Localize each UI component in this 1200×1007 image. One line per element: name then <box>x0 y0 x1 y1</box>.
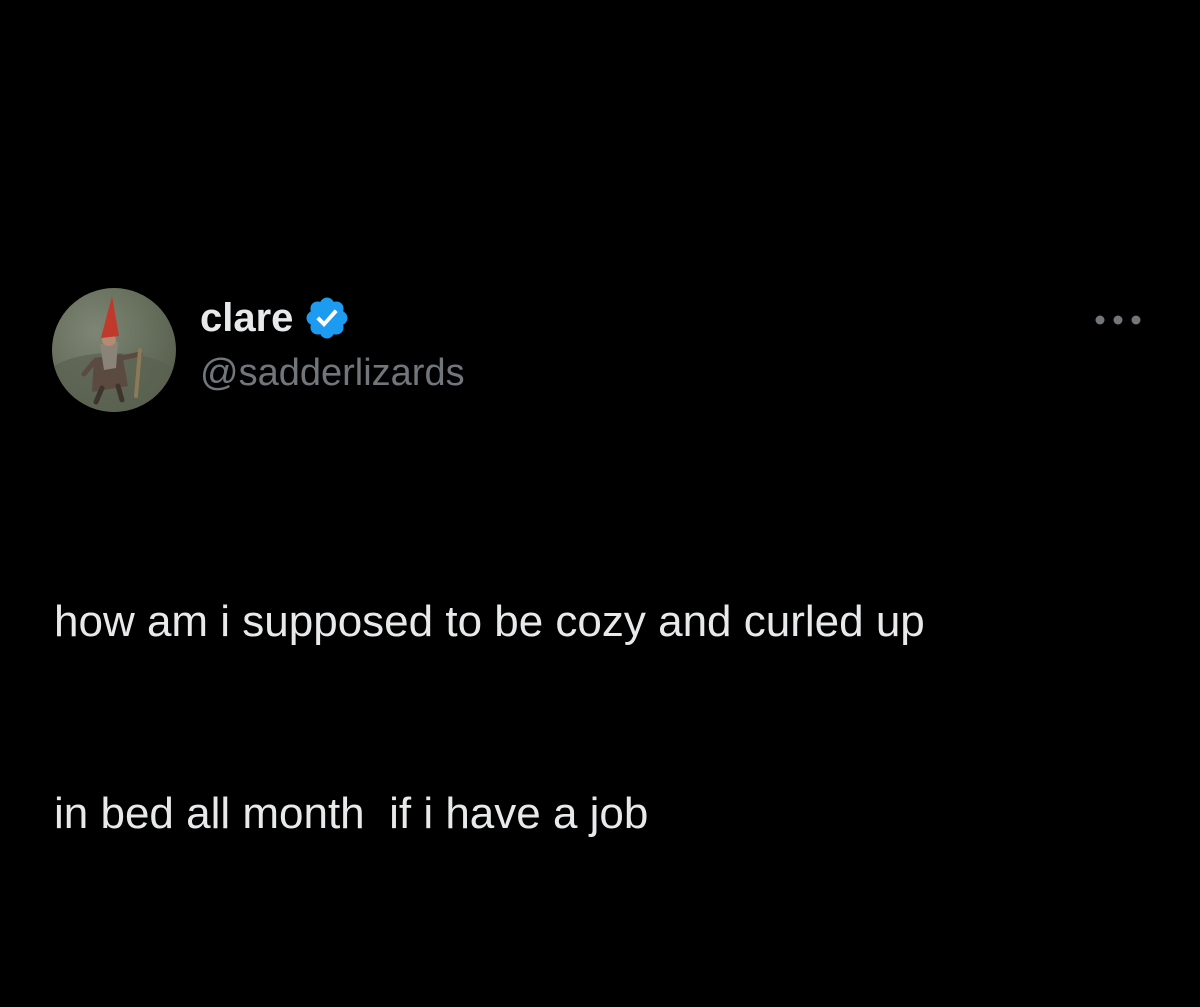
tweet-text: how am i supposed to be cozy and curled … <box>54 462 1154 974</box>
display-name[interactable]: clare <box>200 296 293 341</box>
tweet-text-line: in bed all month if i have a job <box>54 789 649 838</box>
tweet-text-line: how am i supposed to be cozy and curled … <box>54 597 925 646</box>
verified-badge-icon <box>303 294 351 342</box>
user-handle[interactable]: @sadderlizards <box>200 352 465 395</box>
avatar[interactable] <box>52 288 176 412</box>
more-horizontal-icon[interactable] <box>1090 308 1146 332</box>
name-row: clare <box>200 290 465 346</box>
tweet-card: clare @sadderlizards how am i supposed t… <box>0 0 1200 1007</box>
gnome-avatar-image <box>52 296 176 412</box>
tweet-header: clare @sadderlizards <box>200 290 465 395</box>
